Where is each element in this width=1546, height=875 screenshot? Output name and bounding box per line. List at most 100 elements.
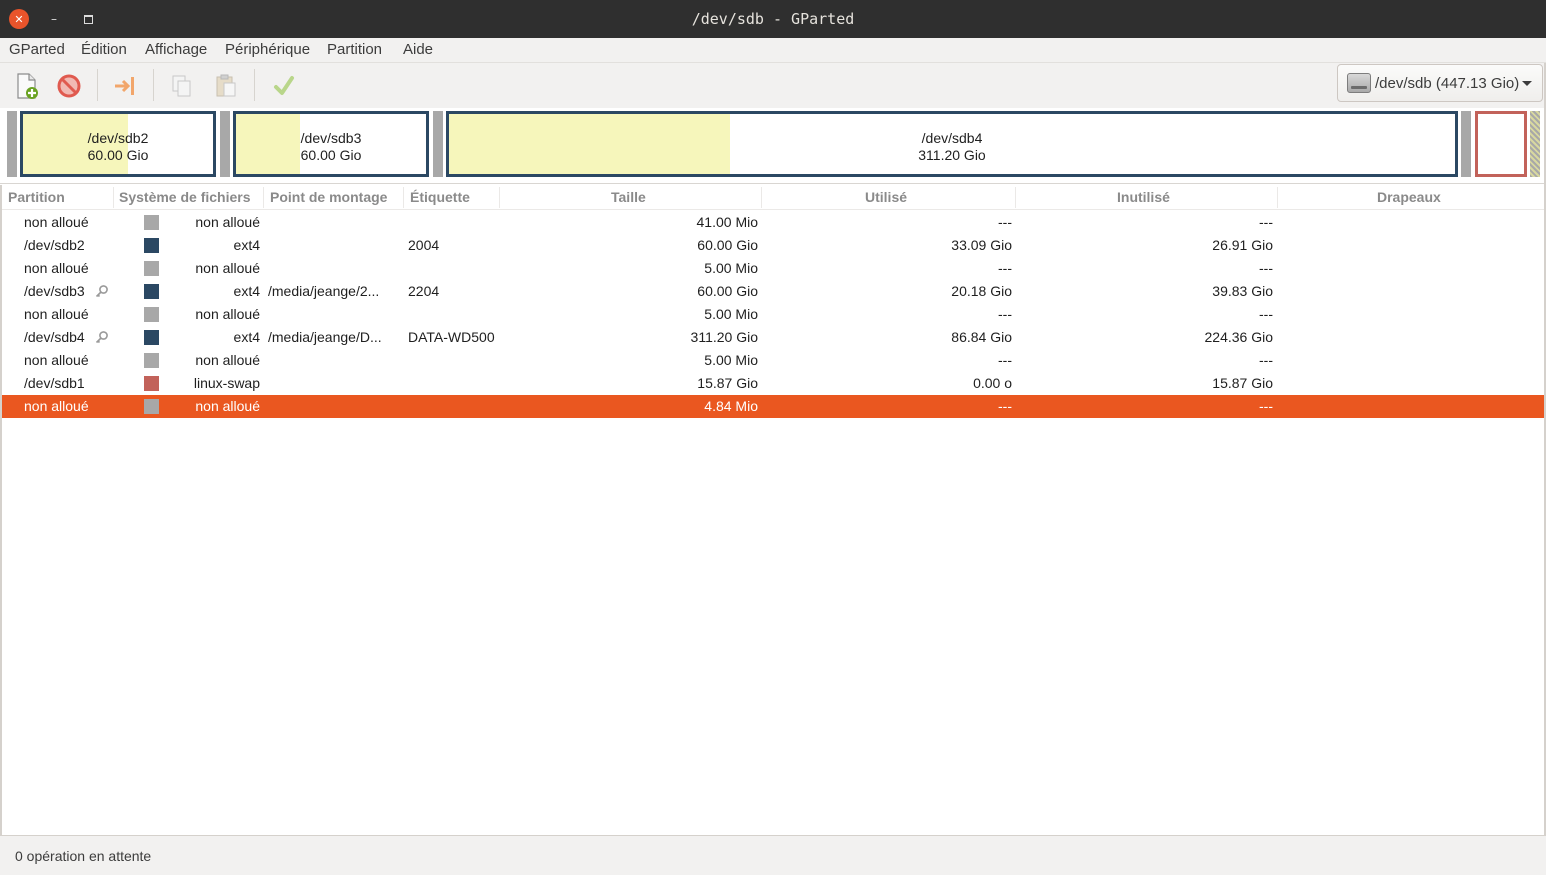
table-row[interactable]: non alloué non alloué 5.00 Mio --- --- (2, 349, 1544, 372)
unused-cell: 224.36 Gio (1204, 329, 1274, 345)
delete-icon (57, 74, 81, 98)
menu-affichage[interactable]: Affichage (145, 41, 207, 58)
used-cell: 0.00 o (973, 375, 1012, 391)
label-cell: 2004 (408, 237, 440, 253)
diskmap-unallocated[interactable] (7, 111, 17, 177)
toolbar-separator (153, 69, 154, 101)
partition-size: 60.00 Gio (300, 147, 362, 163)
column-header-filesystem[interactable]: Système de fichiers (119, 189, 251, 205)
filesystem-color-swatch (144, 307, 159, 322)
table-row[interactable]: non alloué non alloué 5.00 Mio --- --- (2, 303, 1544, 326)
table-row[interactable]: non alloué non alloué 41.00 Mio --- --- (2, 211, 1544, 234)
column-header-mountpoint[interactable]: Point de montage (270, 189, 387, 205)
size-cell: 60.00 Gio (697, 283, 758, 299)
filesystem-cell: non alloué (195, 214, 260, 230)
table-row[interactable]: /dev/sdb2 ext4 2004 60.00 Gio 33.09 Gio 26.91… (2, 234, 1544, 257)
partition-cell: /dev/sdb2 (24, 237, 85, 253)
menu-gparted[interactable]: GParted (9, 41, 65, 58)
partition-cell: non alloué (24, 306, 89, 322)
device-selector-label: /dev/sdb (447.13 Gio) (1375, 74, 1520, 92)
unused-cell: 15.87 Gio (1212, 375, 1273, 391)
diskmap-unallocated[interactable] (1461, 111, 1471, 177)
column-header-partition[interactable]: Partition (8, 189, 65, 205)
used-cell: --- (998, 214, 1012, 230)
new-partition-icon (17, 73, 38, 99)
table-row[interactable]: /dev/sdb3 ext4/media/jeange/2... 2204 60.00… (2, 280, 1544, 303)
diskmap-label: /dev/sdb4 311.20 Gio (449, 130, 1455, 164)
unused-cell: --- (1259, 214, 1273, 230)
column-header-unused[interactable]: Inutilisé (1117, 189, 1170, 205)
filesystem-color-swatch (144, 284, 159, 299)
harddisk-icon (1347, 73, 1371, 93)
column-divider (403, 187, 404, 208)
partition-cell: non alloué (24, 398, 89, 414)
mounted-key-icon (95, 330, 109, 344)
diskmap-label: /dev/sdb2 60.00 Gio (23, 130, 213, 164)
partition-name: /dev/sdb2 (87, 130, 149, 146)
filesystem-cell: linux-swap (193, 375, 260, 391)
column-header-flags[interactable]: Drapeaux (1377, 189, 1441, 205)
partition-size: 311.20 Gio (918, 147, 986, 163)
column-divider (499, 187, 500, 208)
new-partition-button[interactable] (10, 69, 44, 103)
diskmap-unallocated[interactable] (220, 111, 230, 177)
label-cell: 2204 (408, 283, 440, 299)
filesystem-cell: ext4 (233, 329, 260, 345)
unused-cell: --- (1259, 352, 1273, 368)
menu-partition[interactable]: Partition (327, 41, 382, 58)
unused-cell: --- (1259, 260, 1273, 276)
table-row[interactable]: /dev/sdb1 linux-swap 15.87 Gio 0.00 o 15.87 … (2, 372, 1544, 395)
title-bar: ✕ – /dev/sdb - GParted (0, 0, 1546, 38)
copy-icon (172, 75, 191, 97)
table-row[interactable]: /dev/sdb4 ext4/media/jeange/D... DATA-WD50… (2, 326, 1544, 349)
filesystem-color-swatch (144, 353, 159, 368)
delete-button[interactable] (52, 69, 86, 103)
filesystem-color-swatch (144, 215, 159, 230)
size-cell: 15.87 Gio (697, 375, 758, 391)
diskmap-partition-sdb3[interactable]: /dev/sdb3 60.00 Gio (233, 111, 429, 177)
column-header-label[interactable]: Étiquette (410, 189, 470, 205)
menu-peripherique[interactable]: Périphérique (225, 41, 310, 58)
filesystem-cell: non alloué (195, 398, 260, 414)
filesystem-cell: ext4 (233, 283, 260, 299)
size-cell: 41.00 Mio (696, 214, 758, 230)
filesystem-color-swatch (144, 330, 159, 345)
table-row[interactable]: non alloué non alloué 5.00 Mio --- --- (2, 257, 1544, 280)
diskmap-partition-sdb4[interactable]: /dev/sdb4 311.20 Gio (446, 111, 1458, 177)
size-cell: 5.00 Mio (704, 306, 758, 322)
pending-operations-status: 0 opération en attente (15, 848, 152, 864)
status-bar: 0 opération en attente (0, 835, 1546, 875)
paste-button[interactable] (209, 69, 243, 103)
menu-aide[interactable]: Aide (403, 41, 433, 58)
apply-button[interactable] (267, 69, 301, 103)
unused-cell: 26.91 Gio (1212, 237, 1273, 253)
filesystem-cell: non alloué (195, 352, 260, 368)
diskmap-partition-sdb1[interactable] (1475, 111, 1527, 177)
partition-cell: non alloué (24, 260, 89, 276)
diskmap-unallocated-selected[interactable] (1530, 111, 1540, 177)
partition-cell: non alloué (24, 214, 89, 230)
unused-cell: --- (1259, 398, 1273, 414)
partition-size: 60.00 Gio (87, 147, 149, 163)
diskmap-partition-sdb2[interactable]: /dev/sdb2 60.00 Gio (20, 111, 216, 177)
apply-icon (274, 76, 294, 95)
menu-edition[interactable]: Édition (81, 41, 127, 58)
table-header: Partition Système de fichiers Point de m… (0, 185, 1546, 210)
copy-button[interactable] (165, 69, 199, 103)
column-header-size[interactable]: Taille (611, 189, 646, 205)
device-selector[interactable]: /dev/sdb (447.13 Gio) (1337, 64, 1543, 102)
partition-name: /dev/sdb4 (921, 130, 983, 146)
partition-cell: /dev/sdb4 (24, 329, 85, 345)
column-divider (263, 187, 264, 208)
window-border (0, 185, 2, 835)
filesystem-color-swatch (144, 238, 159, 253)
table-row[interactable]: non alloué non alloué 4.84 Mio --- --- (2, 395, 1544, 418)
used-cell: --- (998, 352, 1012, 368)
resize-move-button[interactable] (108, 69, 142, 103)
label-cell: DATA-WD500 (408, 329, 495, 345)
column-header-used[interactable]: Utilisé (865, 189, 907, 205)
diskmap-unallocated[interactable] (433, 111, 443, 177)
unused-cell: --- (1259, 306, 1273, 322)
unused-cell: 39.83 Gio (1212, 283, 1273, 299)
mountpoint-cell: /media/jeange/D... (268, 329, 382, 345)
